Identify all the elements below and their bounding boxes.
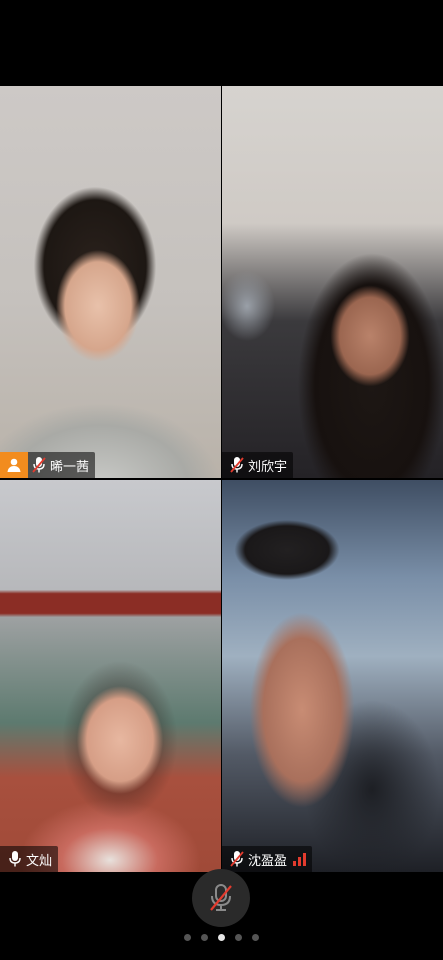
- video-tile-participant-3[interactable]: 文灿: [0, 480, 221, 872]
- mic-muted-icon: [210, 884, 232, 911]
- host-badge: [0, 452, 28, 478]
- signal-icon: [293, 852, 307, 866]
- person-icon: [7, 458, 21, 472]
- mic-muted-icon: [28, 452, 50, 478]
- participant-label: 刘欣宇: [222, 452, 294, 478]
- participant-name: 晞一茜: [50, 459, 90, 475]
- participant-name: 刘欣宇: [248, 459, 288, 475]
- page-dot-active[interactable]: [218, 934, 225, 941]
- page-dot[interactable]: [235, 934, 242, 941]
- participant-label: 沈盈盈: [222, 846, 313, 872]
- participant-label: 晞一茜: [0, 452, 96, 478]
- mic-icon: [4, 846, 26, 872]
- participant-name: 沈盈盈: [248, 853, 288, 869]
- page-dot[interactable]: [201, 934, 208, 941]
- page-dot[interactable]: [184, 934, 191, 941]
- participant-video: [222, 480, 443, 872]
- video-tile-participant-2[interactable]: 刘欣宇: [222, 86, 443, 478]
- page-dot[interactable]: [252, 934, 259, 941]
- mic-muted-icon: [226, 452, 248, 478]
- video-tile-participant-1[interactable]: 晞一茜: [0, 86, 221, 478]
- participant-video: [0, 86, 221, 478]
- page-indicator: [0, 934, 443, 941]
- participant-label: 文灿: [0, 846, 59, 872]
- participant-video: [222, 86, 443, 478]
- mute-toggle-button[interactable]: [192, 869, 250, 927]
- mic-muted-icon: [226, 846, 248, 872]
- participant-video: [0, 480, 221, 872]
- video-tile-participant-4[interactable]: 沈盈盈: [222, 480, 443, 872]
- participant-name: 文灿: [26, 853, 53, 869]
